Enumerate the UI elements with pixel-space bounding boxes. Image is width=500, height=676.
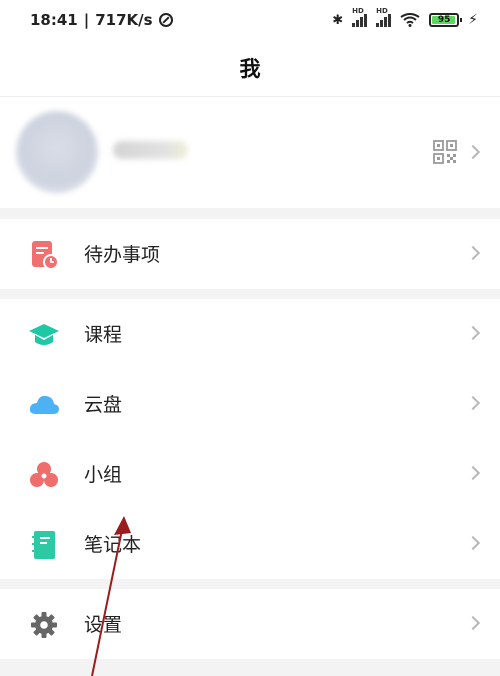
battery-level: 95 [437, 15, 451, 25]
menu-item-cloud[interactable]: 云盘 [0, 369, 500, 439]
course-icon [29, 324, 59, 345]
menu-item-label: 小组 [84, 464, 123, 486]
menu-item-label: 设置 [84, 614, 123, 636]
battery-icon: 95 [429, 13, 463, 27]
status-bar: 18:41 | 717K/s ✱ HD HD 95 ⚡ [0, 0, 500, 40]
chevron-right-icon [465, 615, 481, 631]
status-left: 18:41 | 717K/s [30, 11, 173, 29]
notebook-icon [32, 531, 55, 559]
signal-icon-2: HD [376, 7, 392, 27]
status-separator: | [83, 11, 90, 29]
menu-item-group[interactable]: 小组 [0, 439, 500, 509]
signal-hd-label-2: HD [376, 7, 388, 15]
qr-code-icon[interactable] [433, 140, 457, 164]
cloud-icon [29, 395, 59, 414]
menu-group-settings: 设置 [0, 589, 500, 659]
status-right: ✱ HD HD 95 ⚡ [332, 7, 478, 28]
menu-item-todo[interactable]: 待办事项 [0, 219, 500, 289]
wifi-icon [400, 13, 420, 27]
chevron-right-icon [465, 535, 481, 551]
gear-icon [31, 612, 57, 638]
menu-item-label: 待办事项 [84, 244, 161, 266]
menu-group-main: 课程 云盘 小组 笔记本 [0, 299, 500, 579]
signal-hd-label-1: HD [352, 7, 364, 15]
menu-item-notebook[interactable]: 笔记本 [0, 509, 500, 579]
chevron-right-icon [465, 465, 481, 481]
username-blurred [113, 141, 188, 159]
menu-item-label: 云盘 [84, 394, 123, 416]
profile-card[interactable] [0, 96, 500, 208]
chevron-right-icon [465, 325, 481, 341]
menu-item-settings[interactable]: 设置 [0, 589, 500, 659]
chevron-right-icon [465, 395, 481, 411]
charging-icon: ⚡ [468, 12, 478, 28]
signal-icon-1: HD [352, 7, 368, 27]
network-speed: 717K/s [95, 11, 153, 29]
status-time: 18:41 [30, 11, 78, 29]
page-title: 我 [239, 57, 261, 81]
menu-group-todo: 待办事项 [0, 219, 500, 289]
group-icon [30, 462, 58, 487]
menu-item-course[interactable]: 课程 [0, 299, 500, 369]
chevron-right-icon [465, 245, 481, 261]
do-not-disturb-icon [158, 13, 173, 27]
menu-item-label: 笔记本 [84, 534, 142, 556]
bluetooth-icon: ✱ [332, 12, 344, 28]
todo-icon [32, 241, 59, 270]
page-header: 我 [0, 40, 500, 96]
menu-item-label: 课程 [84, 324, 123, 346]
avatar[interactable] [16, 111, 98, 193]
